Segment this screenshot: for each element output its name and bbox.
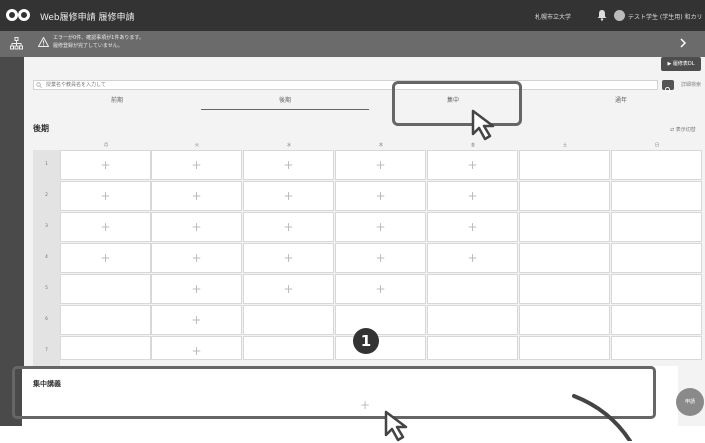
- timetable-cell[interactable]: [611, 212, 702, 242]
- timetable-add-cell[interactable]: +: [427, 150, 518, 180]
- timetable-add-cell[interactable]: +: [60, 181, 151, 211]
- timetable-add-cell[interactable]: +: [335, 274, 426, 304]
- timetable-cell[interactable]: [427, 274, 518, 304]
- download-label: 履修表DL: [672, 61, 695, 67]
- timetable-add-cell[interactable]: +: [243, 212, 334, 242]
- pointer-cursor-icon: [471, 109, 495, 141]
- step-badge: 1: [353, 328, 379, 354]
- period-label: 4: [45, 254, 48, 259]
- timetable-add-cell[interactable]: +: [335, 150, 426, 180]
- day-header: 火: [195, 142, 199, 147]
- timetable-add-cell[interactable]: +: [427, 181, 518, 211]
- timetable-cell[interactable]: [519, 150, 610, 180]
- timetable-cell[interactable]: [60, 274, 151, 304]
- timetable-cell[interactable]: [243, 305, 334, 335]
- timetable-cell[interactable]: [611, 274, 702, 304]
- period-column: 1 2 3 4 5 6 7: [33, 150, 60, 366]
- timetable-cell[interactable]: [519, 336, 610, 360]
- tab-second-term[interactable]: 後期: [201, 96, 369, 110]
- timetable-cell[interactable]: [243, 336, 334, 360]
- timetable-add-cell[interactable]: +: [335, 212, 426, 242]
- university-name: 札幌市立大学: [535, 14, 572, 21]
- timetable-add-cell[interactable]: +: [151, 274, 242, 304]
- sitemap-icon[interactable]: [10, 37, 23, 50]
- day-header: 木: [379, 142, 383, 147]
- timetable-cell[interactable]: [519, 212, 610, 242]
- timetable-add-cell[interactable]: +: [243, 243, 334, 273]
- timetable-add-cell[interactable]: +: [151, 336, 242, 360]
- timetable-cell[interactable]: [60, 305, 151, 335]
- timetable-cell[interactable]: [519, 274, 610, 304]
- period-label: 3: [45, 223, 48, 228]
- app-window: Web履修申請 履修申請 札幌市立大学 テスト学生 (学生用) 和カリ エラーが…: [0, 0, 705, 426]
- display-toggle[interactable]: ⇄ 表示切替: [670, 126, 696, 133]
- warning-icon: [38, 37, 49, 47]
- day-header: 日: [655, 142, 659, 147]
- day-header: 水: [287, 142, 291, 147]
- timetable-cell[interactable]: [60, 336, 151, 360]
- pointer-cursor-icon: [384, 410, 408, 442]
- top-bar: Web履修申請 履修申請 札幌市立大学 テスト学生 (学生用) 和カリ: [0, 0, 705, 31]
- toggle-label: 表示切替: [675, 127, 696, 133]
- timetable-cell[interactable]: [611, 305, 702, 335]
- period-label: 1: [45, 161, 48, 166]
- timetable-cell[interactable]: [335, 336, 426, 360]
- logo-icon: [6, 9, 30, 21]
- timetable-add-cell[interactable]: +: [243, 274, 334, 304]
- search-button[interactable]: [662, 80, 674, 93]
- timetable-add-cell[interactable]: +: [151, 243, 242, 273]
- timetable-cell[interactable]: [611, 243, 702, 273]
- period-label: 6: [45, 316, 48, 321]
- timetable-add-cell[interactable]: +: [427, 243, 518, 273]
- timetable-cell[interactable]: [519, 181, 610, 211]
- timetable-add-cell[interactable]: +: [335, 181, 426, 211]
- day-header: 土: [563, 142, 567, 147]
- user-avatar[interactable]: [614, 10, 625, 21]
- timetable-add-cell[interactable]: +: [427, 212, 518, 242]
- banner-line-2: 履修登録が完了していません。: [53, 43, 123, 49]
- timetable-cell[interactable]: [427, 305, 518, 335]
- timetable-cell[interactable]: [611, 181, 702, 211]
- period-label: 2: [45, 192, 48, 197]
- timetable-add-cell[interactable]: +: [243, 181, 334, 211]
- timetable-add-cell[interactable]: +: [60, 243, 151, 273]
- timetable-add-cell[interactable]: +: [151, 212, 242, 242]
- annotation-arrow: [572, 394, 632, 441]
- download-button[interactable]: ▶ 履修表DL: [661, 57, 701, 71]
- timetable-add-cell[interactable]: +: [151, 150, 242, 180]
- timetable-header: 月火水木金土日: [33, 141, 705, 149]
- section-title: 後期: [33, 124, 49, 133]
- period-label: 7: [45, 347, 48, 352]
- timetable-cell[interactable]: [611, 336, 702, 360]
- user-name[interactable]: テスト学生 (学生用) 和カリ: [628, 12, 703, 21]
- search-icon: [36, 82, 42, 88]
- period-label: 5: [45, 285, 48, 290]
- timetable-add-cell[interactable]: +: [60, 212, 151, 242]
- search-button-icon: [665, 87, 671, 93]
- error-banner[interactable]: エラーが0件、確認事項が1件あります。 履修登録が完了していません。: [0, 31, 705, 57]
- day-header: 月: [104, 142, 108, 147]
- tab-full-year[interactable]: 通年: [537, 96, 705, 109]
- day-header: 金: [471, 142, 475, 147]
- term-tabs: 前期 後期 集中 通年: [33, 96, 705, 110]
- bell-icon[interactable]: [596, 9, 608, 21]
- timetable-add-cell[interactable]: +: [60, 150, 151, 180]
- timetable-cell[interactable]: [335, 305, 426, 335]
- timetable-cell[interactable]: [519, 305, 610, 335]
- apply-fab[interactable]: 申請: [676, 388, 704, 416]
- banner-line-1: エラーが0件、確認事項が1件あります。: [53, 35, 144, 41]
- tab-first-term[interactable]: 前期: [33, 96, 201, 109]
- timetable-cell[interactable]: [611, 150, 702, 180]
- timetable-cell[interactable]: [519, 243, 610, 273]
- chevron-right-icon[interactable]: [679, 38, 687, 48]
- search-input[interactable]: [33, 80, 658, 90]
- timetable-cell[interactable]: [427, 336, 518, 360]
- detail-search-link[interactable]: 詳細検索: [681, 81, 701, 88]
- timetable-add-cell[interactable]: +: [151, 305, 242, 335]
- timetable-add-cell[interactable]: +: [335, 243, 426, 273]
- timetable-add-cell[interactable]: +: [243, 150, 334, 180]
- app-title: Web履修申請 履修申請: [40, 13, 135, 23]
- timetable-add-cell[interactable]: +: [151, 181, 242, 211]
- banner-message: エラーが0件、確認事項が1件あります。 履修登録が完了していません。: [53, 34, 144, 50]
